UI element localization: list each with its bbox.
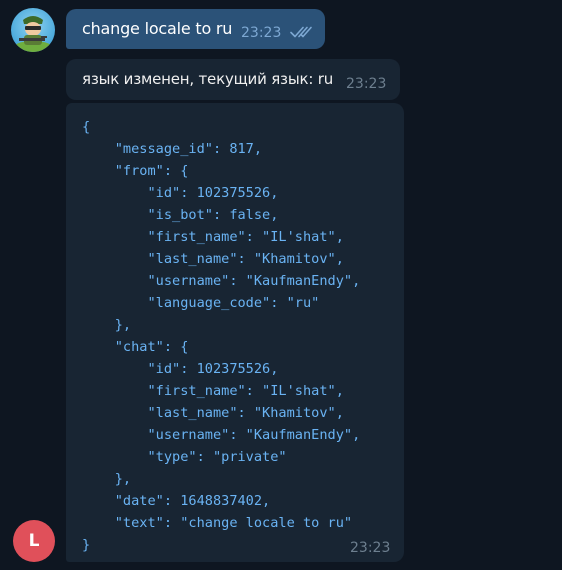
code-line: "id": 102375526, <box>82 361 279 377</box>
code-line: "username": "KaufmanEndy", <box>82 427 361 443</box>
code-line: "username": "KaufmanEndy", <box>82 273 361 289</box>
incoming-message[interactable]: язык изменен, текущий язык: ru 23:23 <box>66 59 400 100</box>
message-time: 23:23 <box>350 540 391 556</box>
code-line: }, <box>82 471 132 487</box>
code-line: "text": "change locale to ru" <box>82 515 353 531</box>
user-avatar[interactable] <box>11 8 55 52</box>
code-line: "id": 102375526, <box>82 185 279 201</box>
code-line: } <box>82 537 91 553</box>
code-line: "from": { <box>82 163 189 179</box>
code-line: "chat": { <box>82 339 189 355</box>
code-line: "first_name": "IL'shat", <box>82 229 344 245</box>
incoming-json-message[interactable]: { "message_id": 817, "from": { "id": 102… <box>66 103 404 562</box>
code-line: "date": 1648837402, <box>82 493 271 509</box>
code-line: "type": "private" <box>82 449 287 465</box>
code-line: "last_name": "Khamitov", <box>82 405 344 421</box>
double-check-icon <box>290 26 312 38</box>
code-line: "is_bot": false, <box>82 207 279 223</box>
message-text: язык изменен, текущий язык: ru <box>82 70 334 88</box>
code-line: }, <box>82 317 132 333</box>
code-line: "last_name": "Khamitov", <box>82 251 344 267</box>
outgoing-message[interactable]: change locale to ru 23:23 <box>66 9 325 49</box>
code-line: { <box>82 119 91 135</box>
json-code-block: { "message_id": 817, "from": { "id": 102… <box>82 116 360 556</box>
message-time: 23:23 <box>346 76 387 92</box>
message-text: change locale to ru <box>82 19 233 38</box>
code-line: "message_id": 817, <box>82 141 263 157</box>
code-line: "first_name": "IL'shat", <box>82 383 344 399</box>
bot-avatar[interactable]: L <box>13 520 55 562</box>
message-time: 23:23 <box>241 25 282 41</box>
code-line: "language_code": "ru" <box>82 295 320 311</box>
